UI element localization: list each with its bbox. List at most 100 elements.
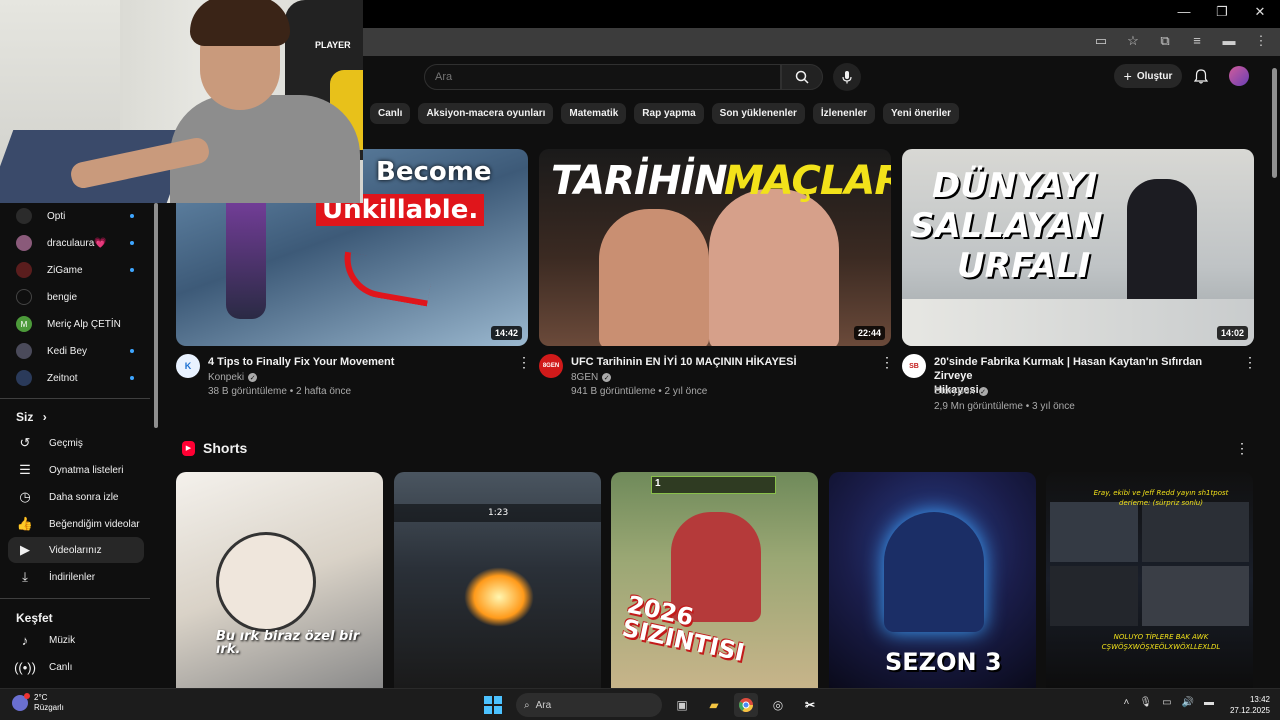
thumbnail-text-line: DÜNYAYI (932, 166, 1098, 206)
main-scrollbar[interactable] (1272, 68, 1277, 178)
search-button[interactable] (781, 64, 823, 90)
thumbnail-text-line: SALLAYAN (910, 206, 1103, 246)
close-button[interactable]: ✕ (1252, 4, 1268, 20)
sidebar-item-label: İndirilenler (49, 571, 96, 583)
short-thumbnail[interactable]: Bu ırk biraz özel bir ırk. (176, 472, 383, 688)
you-section-heading[interactable]: Siz › (16, 410, 47, 424)
weather-widget[interactable]: 2°C Rüzgarlı (12, 693, 64, 713)
sidebar-item-history[interactable]: ↺ Geçmiş (8, 430, 144, 456)
sidebar-item-music[interactable]: ♪ Müzik (8, 627, 144, 653)
subscription-item[interactable]: Opti (8, 203, 144, 229)
duration-badge: 22:44 (853, 326, 885, 340)
shorts-icon: ▶ (182, 440, 195, 456)
create-button[interactable]: + Oluştur (1114, 64, 1182, 88)
stream-tile (1142, 566, 1249, 626)
chip-math[interactable]: Matematik (561, 103, 627, 124)
stream-tile (1142, 502, 1249, 562)
account-avatar[interactable] (1229, 66, 1249, 86)
subscription-label: bengie (47, 291, 78, 303)
media-icon[interactable]: ≡ (1188, 33, 1206, 49)
shorts-menu-button[interactable]: ⋮ (1235, 440, 1249, 456)
chip-new-to-you[interactable]: Yeni öneriler (883, 103, 960, 124)
video-menu-button[interactable]: ⋮ (1243, 354, 1257, 370)
subscription-item[interactable]: bengie (8, 284, 144, 310)
search-box[interactable] (424, 64, 781, 90)
video-title[interactable]: UFC Tarihinin EN İYİ 10 MAÇININ HİKAYESİ (571, 355, 871, 369)
sidebar-item-label: Videolarınız (49, 544, 102, 556)
taskbar-search[interactable]: ⌕ Ara (516, 693, 662, 717)
channel-avatar (16, 370, 32, 386)
subscription-item[interactable]: Kedi Bey (8, 338, 144, 364)
channel-name[interactable]: 8GEN ✓ (571, 372, 612, 383)
mic-tray-icon[interactable]: 🎙 (1139, 697, 1152, 708)
channel-avatar (16, 208, 32, 224)
window-controls: — ❐ ✕ (1176, 4, 1268, 20)
restore-button[interactable]: ❐ (1214, 4, 1230, 20)
subscription-item[interactable]: Zeitnot (8, 365, 144, 391)
short-thumbnail[interactable]: Eray, ekibi ve Jeff Redd yayın sh1tpost … (1046, 472, 1253, 688)
extensions-icon[interactable]: ⧉ (1156, 33, 1174, 49)
channel-avatar (16, 262, 32, 278)
chevron-up-icon[interactable]: ˄ (1124, 697, 1130, 708)
short-thumbnail[interactable]: 1:23 (394, 472, 601, 688)
video-title[interactable]: 4 Tips to Finally Fix Your Movement (208, 355, 508, 369)
video-thumbnail[interactable]: DÜNYAYI SALLAYAN URFALI 14:02 (902, 149, 1254, 346)
short-thumbnail[interactable]: 1 2026 SIZINTISI (611, 472, 818, 688)
chrome-icon[interactable] (734, 693, 758, 717)
chip-recently-uploaded[interactable]: Son yüklenenler (711, 103, 805, 124)
sidebar-divider (0, 398, 150, 399)
video-thumbnail[interactable]: TARİHİN MAÇLARI 22:44 (539, 149, 891, 346)
app-icon[interactable]: ◎ (766, 693, 790, 717)
network-icon[interactable]: ▭ (1162, 697, 1171, 708)
battery-icon[interactable]: ▬ (1204, 697, 1214, 708)
profile-icon[interactable]: ▬ (1220, 33, 1238, 49)
clock[interactable]: 13:42 27.12.2025 (1230, 694, 1270, 716)
channel-name[interactable]: StoryBox ✓ (934, 386, 988, 397)
subscription-item[interactable]: M Meriç Alp ÇETİN (8, 311, 144, 337)
chair-logo: PLAYER (315, 40, 351, 50)
thumbnail-text-line: Become (376, 157, 492, 187)
sidebar-item-downloads[interactable]: ⤓ İndirilenler (8, 564, 144, 590)
live-indicator (130, 241, 134, 245)
start-button[interactable] (484, 696, 502, 714)
subscription-item[interactable]: draculaura💗 (8, 230, 144, 256)
duration-badge: 14:02 (1216, 326, 1248, 340)
volume-icon[interactable]: 🔊 (1182, 697, 1194, 708)
notifications-button[interactable] (1191, 66, 1211, 86)
sidebar-item-label: Canlı (49, 661, 73, 673)
chip-rap[interactable]: Rap yapma (634, 103, 704, 124)
subscription-item[interactable]: ZiGame (8, 257, 144, 283)
cast-icon[interactable]: ▭ (1092, 33, 1110, 49)
sidebar-item-label: Geçmiş (49, 437, 83, 449)
you-heading-label: Siz (16, 410, 34, 424)
webcam-overlay: PLAYER (0, 0, 363, 203)
channel-avatar[interactable]: SB (902, 354, 926, 378)
sidebar-item-live[interactable]: ((•)) Canlı (8, 654, 144, 680)
sidebar-item-playlists[interactable]: ☰ Oynatma listeleri (8, 457, 144, 483)
sidebar-item-your-videos[interactable]: ▶ Videolarınız (8, 537, 144, 563)
chip-action-adventure[interactable]: Aksiyon-macera oyunları (418, 103, 554, 124)
subscription-label: Meriç Alp ÇETİN (47, 318, 121, 330)
chip-live[interactable]: Canlı (370, 103, 411, 124)
video-menu-button[interactable]: ⋮ (517, 354, 531, 370)
minimize-button[interactable]: — (1176, 4, 1192, 20)
menu-icon[interactable]: ⋮ (1252, 33, 1270, 49)
channel-avatar[interactable]: K (176, 354, 200, 378)
sidebar-scrollbar[interactable] (154, 203, 158, 428)
video-menu-button[interactable]: ⋮ (880, 354, 894, 370)
short-thumbnail[interactable]: SEZON 3 (829, 472, 1036, 688)
sidebar-item-watch-later[interactable]: ◷ Daha sonra izle (8, 484, 144, 510)
star-icon[interactable]: ☆ (1124, 33, 1142, 49)
task-view-icon[interactable]: ▣ (670, 693, 694, 717)
short-caption: NOLUYO TİPLERE BAK AWK CŞWÖŞXWÖŞXEÖLXWÖX… (1101, 633, 1221, 651)
capcut-icon[interactable]: ✂ (798, 693, 822, 717)
channel-name[interactable]: Konpeki ✓ (208, 372, 258, 383)
chip-watched[interactable]: İzlenenler (812, 103, 876, 124)
live-indicator (130, 376, 134, 380)
channel-avatar[interactable]: 8GEN (539, 354, 563, 378)
voice-search-button[interactable] (833, 63, 861, 91)
duration-badge: 14:42 (490, 326, 522, 340)
file-explorer-icon[interactable]: ▰ (702, 693, 726, 717)
search-input[interactable] (425, 65, 780, 89)
sidebar-item-liked-videos[interactable]: 👍 Beğendiğim videolar (8, 511, 144, 537)
